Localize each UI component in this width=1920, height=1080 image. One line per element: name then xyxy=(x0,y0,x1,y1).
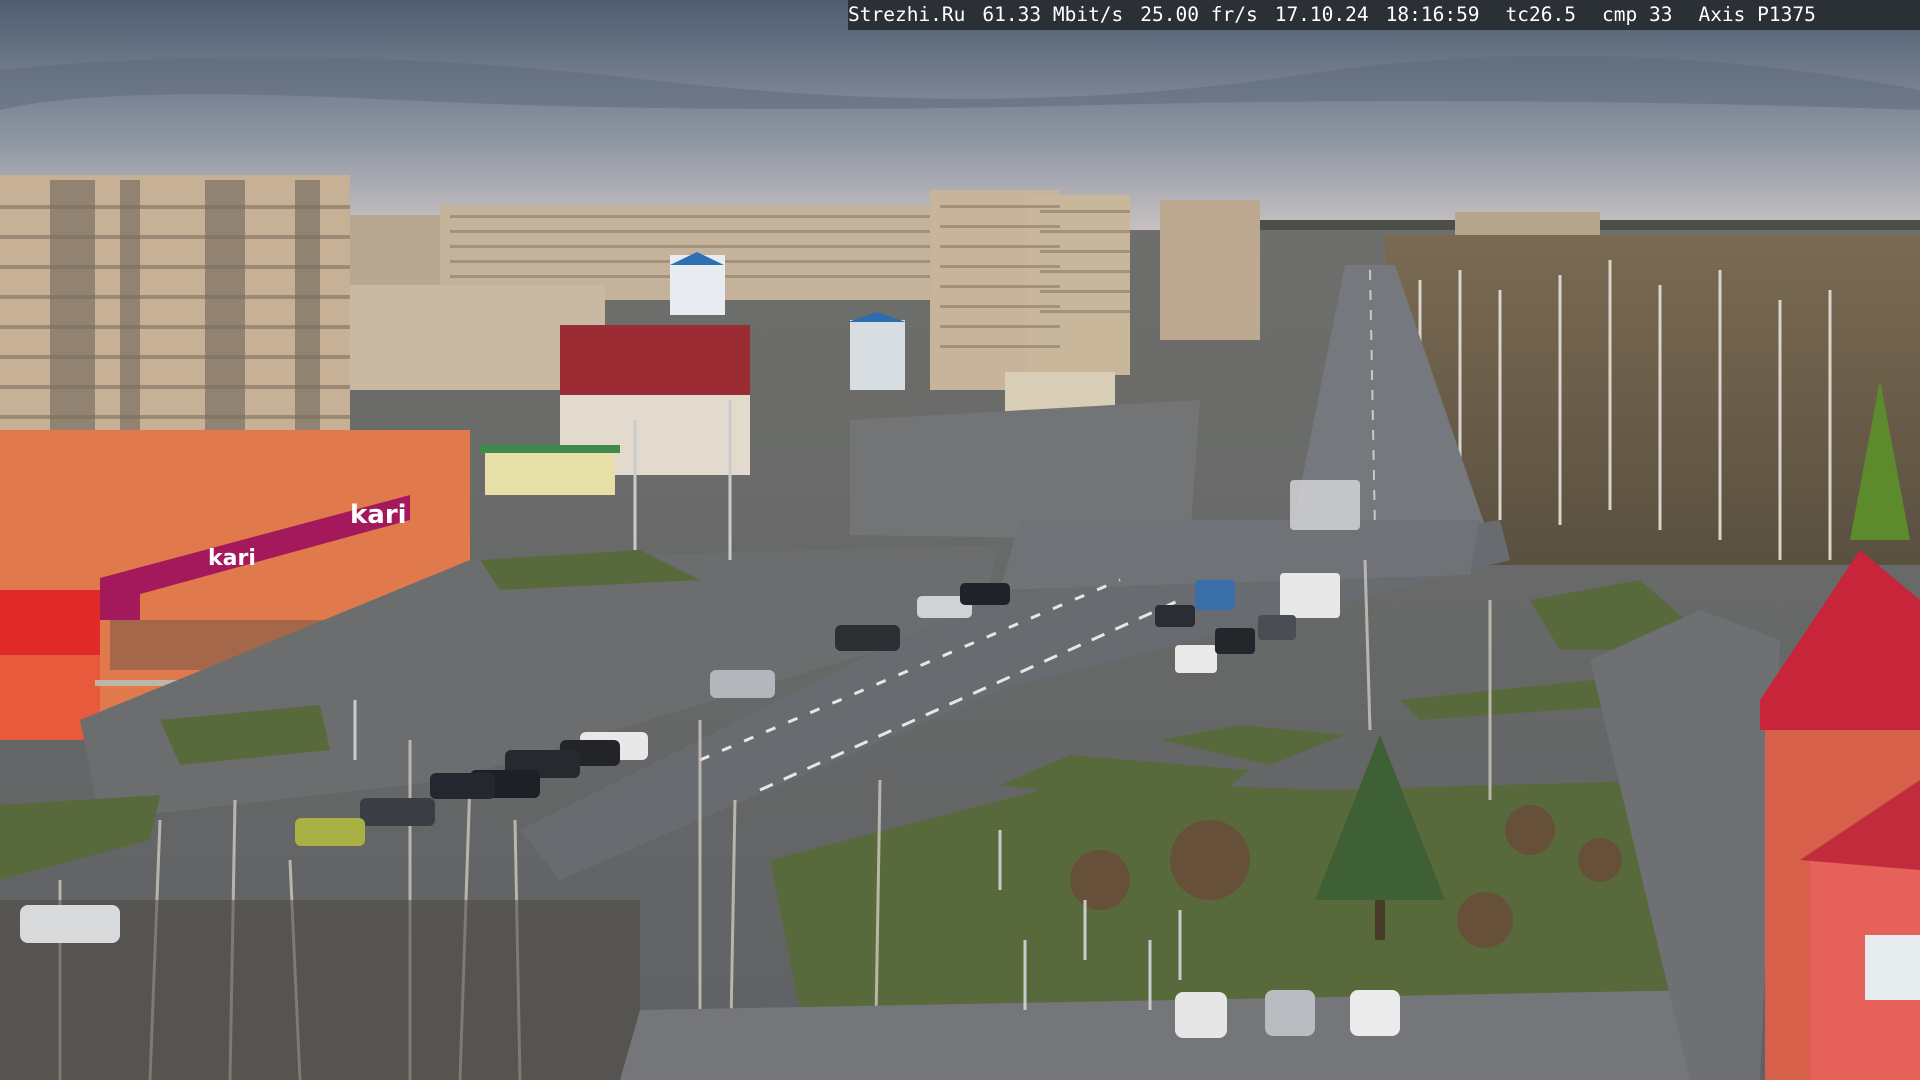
overlay-time: 18:16:59 xyxy=(1385,3,1480,26)
store-subsign: kari xyxy=(208,546,256,571)
overlay-tc: tc26.5 xyxy=(1505,3,1576,26)
overlay-site: Strezhi.Ru xyxy=(848,3,966,26)
plaza xyxy=(850,400,1200,540)
overlay-camera-model: Axis P1375 xyxy=(1698,3,1816,26)
camera-scene: kari kari xyxy=(0,0,1920,1080)
overlay-bitrate: 61.33 Mbit/s xyxy=(982,3,1124,26)
overlay-cmp: cmp 33 xyxy=(1602,3,1673,26)
overlay-date: 17.10.24 xyxy=(1274,3,1369,26)
parked-cars-bottom xyxy=(1175,990,1400,1038)
camera-overlay-bar: Strezhi.Ru 61.33 Mbit/s 25.00 fr/s 17.10… xyxy=(848,0,1920,30)
store-sign: kari xyxy=(350,500,407,530)
overlay-framerate: 25.00 fr/s xyxy=(1140,3,1258,26)
